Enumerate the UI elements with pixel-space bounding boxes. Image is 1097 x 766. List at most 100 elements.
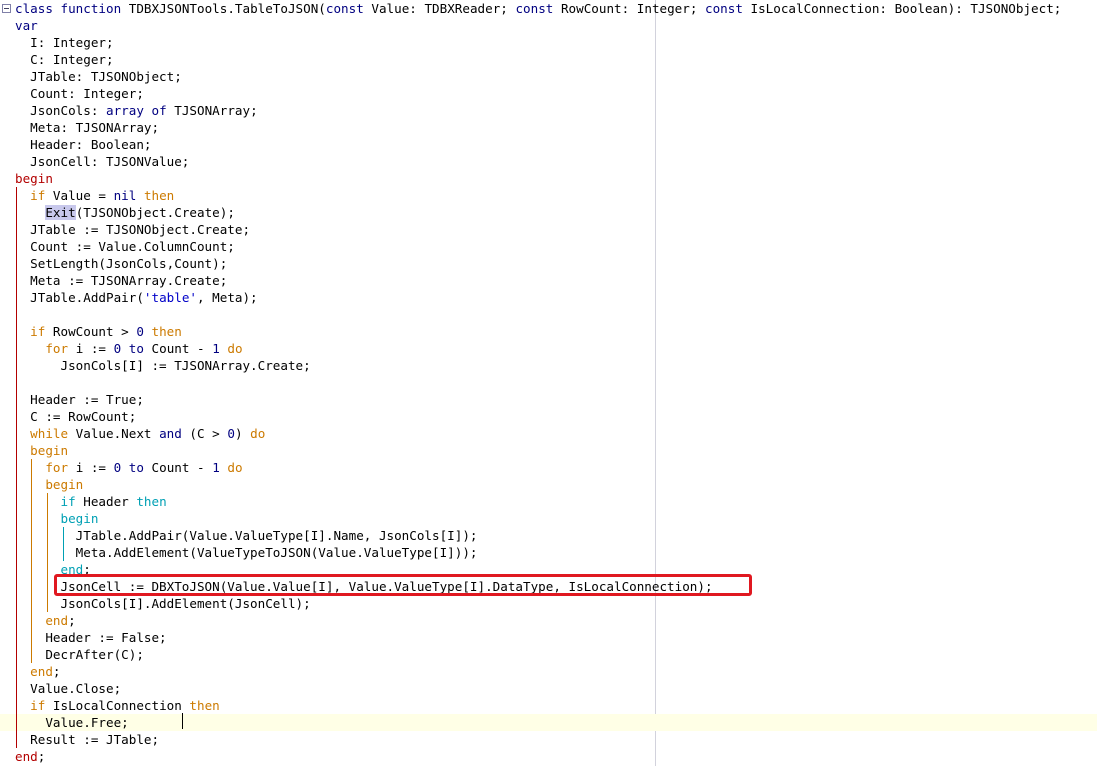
code-token: SetLength(JsonCols,Count); [15, 256, 228, 271]
code-line-text: end; [15, 612, 76, 629]
code-line: C: Integer; [0, 51, 1097, 68]
code-line: for i := 0 to Count - 1 do [0, 459, 1097, 476]
code-line-text: Exit(TJSONObject.Create); [15, 204, 235, 221]
code-token: C := RowCount; [15, 409, 137, 424]
code-token: Header [83, 494, 137, 509]
fold-collapse-icon[interactable] [2, 4, 11, 13]
code-token: IsLocalConnection [52, 698, 190, 713]
code-line: JTable.AddPair(Value.ValueType[I].Name, … [0, 527, 1097, 544]
code-token: then [151, 324, 182, 339]
code-line-text: for i := 0 to Count - 1 do [15, 459, 243, 476]
indent-guide [47, 493, 48, 612]
code-editor[interactable]: class function TDBXJSONTools.TableToJSON… [0, 0, 1097, 766]
code-token: begin [15, 171, 53, 186]
code-line-text: class function TDBXJSONTools.TableToJSON… [15, 0, 1061, 17]
code-token: array of [106, 103, 175, 118]
highlighted-token: Exit [45, 205, 76, 220]
code-line-text: Count := Value.ColumnCount; [15, 238, 235, 255]
highlighted-line-box [54, 574, 752, 596]
code-token: then [136, 494, 167, 509]
code-token: 1 [212, 341, 228, 356]
code-token: ; [37, 749, 46, 764]
code-token: Header := True; [15, 392, 144, 407]
code-line: Meta: TJSONArray; [0, 119, 1097, 136]
code-line: Value.Free; [0, 714, 1097, 731]
code-token: TJSONArray; [174, 103, 258, 118]
code-token: 0 [113, 341, 129, 356]
code-line-text: JsonCols[I].AddElement(JsonCell); [15, 595, 311, 612]
code-token: ) [234, 426, 251, 441]
code-token: end [15, 749, 38, 764]
code-line: end; [0, 663, 1097, 680]
code-token: Value.Free; [15, 715, 129, 730]
code-line-text: Value.Free; [15, 714, 129, 731]
code-line-text: Header: Boolean; [15, 136, 151, 153]
code-line: Header := False; [0, 629, 1097, 646]
code-line: JTable.AddPair('table', Meta); [0, 289, 1097, 306]
code-line-text: Value.Close; [15, 680, 121, 697]
code-token: 0 [136, 324, 152, 339]
code-line: I: Integer; [0, 34, 1097, 51]
code-token: JsonCols[I] := TJSONArray.Create; [15, 358, 311, 373]
code-line: JTable := TJSONObject.Create; [0, 221, 1097, 238]
indent-guide [31, 459, 32, 663]
code-line: SetLength(JsonCols,Count); [0, 255, 1097, 272]
code-line: JsonCols[I] := TJSONArray.Create; [0, 357, 1097, 374]
code-token: Value.Close; [15, 681, 122, 696]
code-token: begin [60, 511, 99, 526]
code-line-text: JsonCols[I] := TJSONArray.Create; [15, 357, 311, 374]
code-line-text: end; [15, 663, 60, 680]
code-line-text: Header := True; [15, 391, 144, 408]
code-line-text: I: Integer; [15, 34, 113, 51]
code-line-text: C: Integer; [15, 51, 113, 68]
code-token: JsonCols[I].AddElement(JsonCell); [15, 596, 311, 611]
code-line: begin [0, 476, 1097, 493]
code-token: JTable := TJSONObject.Create; [15, 222, 251, 237]
code-line: JTable: TJSONObject; [0, 68, 1097, 85]
code-line-text: begin [15, 476, 83, 493]
code-line: DecrAfter(C); [0, 646, 1097, 663]
code-token: ; [68, 613, 76, 628]
code-line-text: JsonCols: array of TJSONArray; [15, 102, 258, 119]
code-token: const [705, 1, 751, 16]
code-token: const [515, 1, 561, 16]
code-line-text: begin [15, 170, 53, 187]
code-line: begin [0, 170, 1097, 187]
code-line-text: if IsLocalConnection then [15, 697, 220, 714]
code-token: JsonCols: [15, 103, 106, 118]
code-token: JTable.AddPair( [15, 290, 144, 305]
code-token: DecrAfter(C); [15, 647, 144, 662]
code-line: end; [0, 748, 1097, 765]
code-token: function [60, 1, 129, 16]
code-line: begin [0, 510, 1097, 527]
code-token: i := [75, 460, 114, 475]
code-token: Meta := TJSONArray.Create; [15, 273, 228, 288]
code-token: JTable.AddPair(Value.ValueType[I].Name, … [15, 528, 478, 543]
code-line: end; [0, 612, 1097, 629]
indent-guide [16, 187, 17, 748]
code-line-text: Meta.AddElement(ValueTypeToJSON(Value.Va… [15, 544, 478, 561]
code-line: Meta.AddElement(ValueTypeToJSON(Value.Va… [0, 544, 1097, 561]
code-line: while Value.Next and (C > 0) do [0, 425, 1097, 442]
code-line-text: JTable: TJSONObject; [15, 68, 182, 85]
code-token: begin [30, 443, 69, 458]
code-token: Count - [151, 460, 213, 475]
code-token: end [30, 664, 53, 679]
code-line-text: Header := False; [15, 629, 166, 646]
code-line: var [0, 17, 1097, 34]
code-line-text: DecrAfter(C); [15, 646, 144, 663]
code-token: for [45, 341, 76, 356]
code-token: 0 [227, 426, 235, 441]
code-line-text: SetLength(JsonCols,Count); [15, 255, 227, 272]
code-token: JTable: TJSONObject; [15, 69, 182, 84]
code-token: do [227, 460, 243, 475]
code-token: if [30, 188, 53, 203]
code-token: i := [75, 341, 114, 356]
code-token: TDBXJSONTools.TableToJSON( [128, 1, 326, 16]
